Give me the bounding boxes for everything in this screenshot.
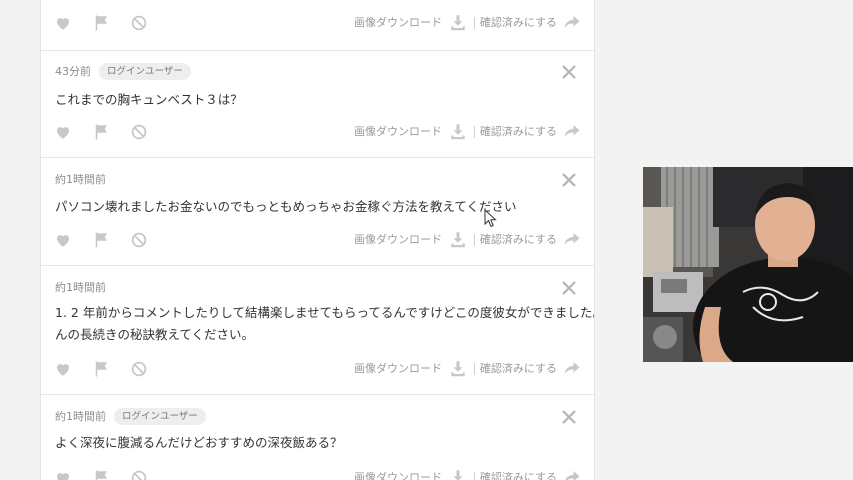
- mark-done-button[interactable]: 確認済みにする: [480, 14, 557, 30]
- heart-icon[interactable]: [54, 469, 72, 480]
- login-user-badge: ログインユーザー: [99, 62, 191, 80]
- question-meta: 約1時間前 ログインユーザー: [55, 407, 206, 425]
- block-icon[interactable]: [130, 231, 148, 249]
- heart-icon[interactable]: [54, 123, 72, 141]
- download-image-button[interactable]: 画像ダウンロード: [354, 123, 442, 139]
- timestamp: 約1時間前: [55, 410, 106, 423]
- question-text: これまでの胸キュンベスト３は？: [55, 92, 243, 107]
- question-text: よく深夜に腹減るんだけどおすすめの深夜飯ある？: [55, 435, 343, 450]
- question-text-line: んの長続きの秘訣教えてください。: [55, 327, 255, 342]
- timestamp: 43分前: [55, 65, 91, 78]
- action-divider: [474, 234, 475, 246]
- download-image-button[interactable]: 画像ダウンロード: [354, 231, 442, 247]
- share-arrow-icon[interactable]: [563, 468, 581, 480]
- block-icon[interactable]: [130, 123, 148, 141]
- share-arrow-icon[interactable]: [563, 122, 581, 140]
- action-divider: [474, 363, 475, 375]
- question-text-line: 1. 2 年前からコメントしたりして結構楽しませてもらってるんですけどこの度彼女…: [55, 305, 595, 320]
- flag-icon[interactable]: [92, 14, 110, 32]
- card-actions: 画像ダウンロード 確認済みにする: [41, 227, 594, 251]
- card-actions: 画像ダウンロード 確認済みにする: [41, 356, 594, 380]
- card-actions: 画像ダウンロード 確認済みにする: [41, 10, 594, 34]
- login-user-badge: ログインユーザー: [114, 407, 206, 425]
- close-icon[interactable]: [561, 280, 577, 296]
- download-image-button[interactable]: 画像ダウンロード: [354, 469, 442, 480]
- webcam-feed-image: [643, 167, 853, 362]
- question-meta: 43分前 ログインユーザー: [55, 62, 191, 80]
- mark-done-button[interactable]: 確認済みにする: [480, 469, 557, 480]
- card-actions: 画像ダウンロード 確認済みにする: [41, 119, 594, 143]
- question-text: パソコン壊れましたお金ないのでもっともめっちゃお金稼ぐ方法を教えてください: [55, 199, 517, 214]
- question-card: 43分前 ログインユーザー これまでの胸キュンベスト３は？ 画像ダウンロード 確…: [41, 50, 594, 158]
- download-image-button[interactable]: 画像ダウンロード: [354, 14, 442, 30]
- timestamp: 約1時間前: [55, 281, 106, 294]
- timestamp: 約1時間前: [55, 173, 106, 186]
- block-icon[interactable]: [130, 14, 148, 32]
- download-icon[interactable]: [449, 13, 467, 31]
- question-card: 約1時間前 パソコン壊れましたお金ないのでもっともめっちゃお金稼ぐ方法を教えてく…: [41, 158, 594, 266]
- question-feed: 画像ダウンロード 確認済みにする 43分前 ログインユーザー これまでの胸キュン…: [40, 0, 595, 480]
- mark-done-button[interactable]: 確認済みにする: [480, 123, 557, 139]
- close-icon[interactable]: [561, 64, 577, 80]
- download-icon[interactable]: [449, 230, 467, 248]
- mark-done-button[interactable]: 確認済みにする: [480, 360, 557, 376]
- heart-icon[interactable]: [54, 360, 72, 378]
- share-arrow-icon[interactable]: [563, 359, 581, 377]
- download-icon[interactable]: [449, 122, 467, 140]
- card-actions: 画像ダウンロード 確認済みにする: [41, 465, 594, 480]
- download-icon[interactable]: [449, 468, 467, 480]
- share-arrow-icon[interactable]: [563, 230, 581, 248]
- question-meta: 約1時間前: [55, 278, 106, 296]
- mouse-cursor-icon: [484, 209, 497, 228]
- flag-icon[interactable]: [92, 231, 110, 249]
- question-meta: 約1時間前: [55, 170, 106, 188]
- question-card: 画像ダウンロード 確認済みにする: [41, 0, 594, 51]
- flag-icon[interactable]: [92, 469, 110, 480]
- mark-done-button[interactable]: 確認済みにする: [480, 231, 557, 247]
- heart-icon[interactable]: [54, 231, 72, 249]
- close-icon[interactable]: [561, 172, 577, 188]
- flag-icon[interactable]: [92, 123, 110, 141]
- download-image-button[interactable]: 画像ダウンロード: [354, 360, 442, 376]
- close-icon[interactable]: [561, 409, 577, 425]
- question-text: 1. 2 年前からコメントしたりして結構楽しませてもらってるんですけどこの度彼女…: [55, 302, 595, 346]
- share-arrow-icon[interactable]: [563, 13, 581, 31]
- webcam-overlay: [643, 167, 853, 362]
- download-icon[interactable]: [449, 359, 467, 377]
- block-icon[interactable]: [130, 469, 148, 480]
- question-card: 約1時間前 ログインユーザー よく深夜に腹減るんだけどおすすめの深夜飯ある？ 画…: [41, 395, 594, 480]
- question-card: 約1時間前 1. 2 年前からコメントしたりして結構楽しませてもらってるんですけ…: [41, 266, 594, 395]
- action-divider: [474, 126, 475, 138]
- heart-icon[interactable]: [54, 14, 72, 32]
- flag-icon[interactable]: [92, 360, 110, 378]
- block-icon[interactable]: [130, 360, 148, 378]
- action-divider: [474, 472, 475, 480]
- action-divider: [474, 17, 475, 29]
